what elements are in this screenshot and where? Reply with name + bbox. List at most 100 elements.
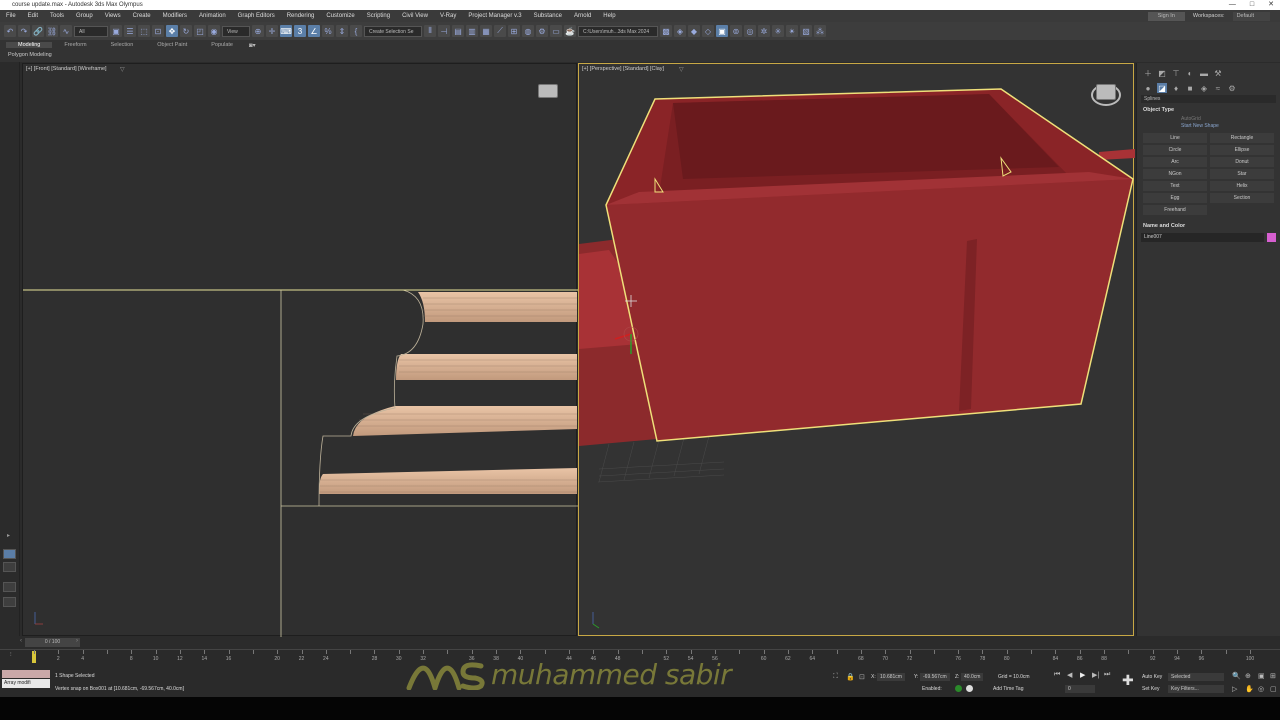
tool-e-icon[interactable]: ⁂ (814, 25, 826, 37)
manipulate-icon[interactable]: ✛ (266, 25, 278, 37)
systems-icon[interactable]: ⚙ (1227, 83, 1237, 93)
zoom-icon[interactable]: 🔍 (1232, 672, 1241, 680)
prev-frame-icon[interactable]: ◀ (1067, 671, 1072, 679)
y-coordinate-field[interactable]: -69.567cm (920, 673, 950, 681)
shapes-icon[interactable]: ◪ (1157, 83, 1167, 93)
zoom-extents-icon[interactable]: ▣ (1258, 672, 1265, 680)
rectangle-button[interactable]: Rectangle (1210, 133, 1274, 143)
z-coordinate-field[interactable]: 40.0cm (961, 673, 984, 681)
select-move-icon[interactable]: ✥ (166, 25, 178, 37)
ribbon-tab-modeling[interactable]: Modeling (6, 42, 53, 48)
menu-modifiers[interactable]: Modifiers (157, 10, 193, 22)
egg-button[interactable]: Egg (1143, 193, 1207, 203)
menu-edit[interactable]: Edit (22, 10, 44, 22)
hierarchy-tab-icon[interactable]: ⊤ (1171, 68, 1181, 78)
render-production-icon[interactable]: ☕ (564, 25, 576, 37)
circle-button[interactable]: Circle (1143, 145, 1207, 155)
object-type-header[interactable]: Object Type (1137, 105, 1280, 115)
select-rotate-icon[interactable]: ↻ (180, 25, 192, 37)
adaptive-degradation-icon[interactable] (955, 685, 962, 692)
menu-substance[interactable]: Substance (528, 10, 568, 22)
render-setup-icon[interactable]: ⚙ (536, 25, 548, 37)
cameras-icon[interactable]: ■ (1185, 83, 1195, 93)
shape-category-select[interactable]: Splines (1141, 95, 1276, 103)
motion-tab-icon[interactable]: ◐ (1185, 68, 1195, 78)
expand-arrow-icon[interactable]: ▸ (7, 532, 10, 539)
menu-project-manager[interactable]: Project Manager v.3 (462, 10, 527, 22)
zoom-all-icon[interactable]: ⊕ (1245, 672, 1251, 680)
tool-a-icon[interactable]: ✲ (758, 25, 770, 37)
freehand-button[interactable]: Freehand (1143, 205, 1207, 215)
lights-icon[interactable]: ♦ (1171, 83, 1181, 93)
layer-explorer-icon[interactable]: ▥ (466, 25, 478, 37)
persp-viewcube-icon[interactable] (1096, 84, 1116, 100)
arc-button[interactable]: Arc (1143, 157, 1207, 167)
vray-render-icon[interactable]: ◈ (674, 25, 686, 37)
ribbon-tab-selection[interactable]: Selection (99, 42, 146, 48)
ngon-button[interactable]: NGon (1143, 169, 1207, 179)
selection-filter-select[interactable]: All (74, 25, 108, 37)
fov-icon[interactable]: ▷ (1232, 685, 1237, 693)
start-new-shape-checkbox[interactable]: Start New Shape (1137, 122, 1280, 131)
slider-prev-icon[interactable]: ‹ (20, 638, 22, 644)
snaps-toggle-icon[interactable]: 3 (294, 25, 306, 37)
front-viewcube-icon[interactable] (538, 84, 558, 98)
spinner-snap-icon[interactable]: ⇕ (336, 25, 348, 37)
mirror-icon[interactable]: ⫴ (424, 25, 436, 37)
next-frame-icon[interactable]: ▶| (1092, 671, 1099, 679)
layout-quad-icon[interactable] (3, 582, 16, 592)
x-coordinate-field[interactable]: 10.681cm (877, 673, 905, 681)
select-by-name-icon[interactable]: ☰ (124, 25, 136, 37)
align-icon[interactable]: ⊣ (438, 25, 450, 37)
time-slider[interactable]: 0 / 100 (25, 638, 80, 647)
curve-editor-icon[interactable]: ⟋ (494, 25, 506, 37)
maximize-button[interactable]: □ (1250, 0, 1254, 10)
menu-file[interactable]: File (0, 10, 22, 22)
utilities-tab-icon[interactable]: ⚒ (1213, 68, 1223, 78)
display-tab-icon[interactable]: ▬ (1199, 68, 1209, 78)
current-frame-field[interactable]: 0 (1065, 685, 1095, 693)
rect-selection-icon[interactable]: ⬚ (138, 25, 150, 37)
set-key-button[interactable]: Set Key (1142, 686, 1160, 692)
menu-create[interactable]: Create (127, 10, 157, 22)
workspace-select[interactable]: Default (1232, 11, 1270, 21)
schematic-view-icon[interactable]: ⊞ (508, 25, 520, 37)
select-object-icon[interactable]: ▣ (110, 25, 122, 37)
menu-tools[interactable]: Tools (44, 10, 70, 22)
ribbon-tab-populate[interactable]: Populate (199, 42, 245, 48)
geometry-icon[interactable]: ● (1143, 83, 1153, 93)
layout-split-icon[interactable] (3, 562, 16, 572)
time-tag-toggle-icon[interactable] (966, 685, 973, 692)
unlink-icon[interactable]: ⛓ (46, 25, 58, 37)
autogrid-checkbox[interactable]: AutoGrid (1137, 115, 1280, 122)
helpers-icon[interactable]: ◈ (1199, 83, 1209, 93)
rendered-frame-icon[interactable]: ▭ (550, 25, 562, 37)
ribbon-tab-freeform[interactable]: Freeform (52, 42, 98, 48)
menu-arnold[interactable]: Arnold (568, 10, 597, 22)
auto-key-button[interactable]: Auto Key (1142, 674, 1162, 680)
keyboard-shortcut-icon[interactable]: ⌨ (280, 25, 292, 37)
line-button[interactable]: Line (1143, 133, 1207, 143)
mini-curve-editor-icon[interactable]: ⫶ (10, 652, 12, 659)
text-button[interactable]: Text (1143, 181, 1207, 191)
minimize-button[interactable]: — (1229, 0, 1236, 10)
tool-b-icon[interactable]: ✳ (772, 25, 784, 37)
maxscript-mini-listener[interactable]: Array modifi (2, 679, 50, 688)
redo-icon[interactable]: ↷ (18, 25, 30, 37)
edit-named-sets-icon[interactable]: { (350, 25, 362, 37)
menu-views[interactable]: Views (99, 10, 127, 22)
reference-coord-select[interactable]: View (222, 25, 250, 37)
tool-d-icon[interactable]: ▧ (800, 25, 812, 37)
percent-snap-icon[interactable]: % (322, 25, 334, 37)
project-path-select[interactable]: C:\Users\muh...3ds Max 2024 (578, 25, 658, 37)
go-to-start-icon[interactable]: ⏮ (1054, 671, 1060, 679)
material-editor-icon[interactable]: ◍ (522, 25, 534, 37)
create-tab-icon[interactable]: ＋ (1143, 68, 1153, 78)
spacewarps-icon[interactable]: ≈ (1213, 83, 1223, 93)
sign-in-button[interactable]: Sign In (1147, 11, 1185, 21)
layout-triple-icon[interactable] (3, 597, 16, 607)
donut-button[interactable]: Donut (1210, 157, 1274, 167)
tool-c-icon[interactable]: ✴ (786, 25, 798, 37)
isolate-icon[interactable]: ⛶ (833, 673, 838, 681)
modify-tab-icon[interactable]: ◩ (1157, 68, 1167, 78)
